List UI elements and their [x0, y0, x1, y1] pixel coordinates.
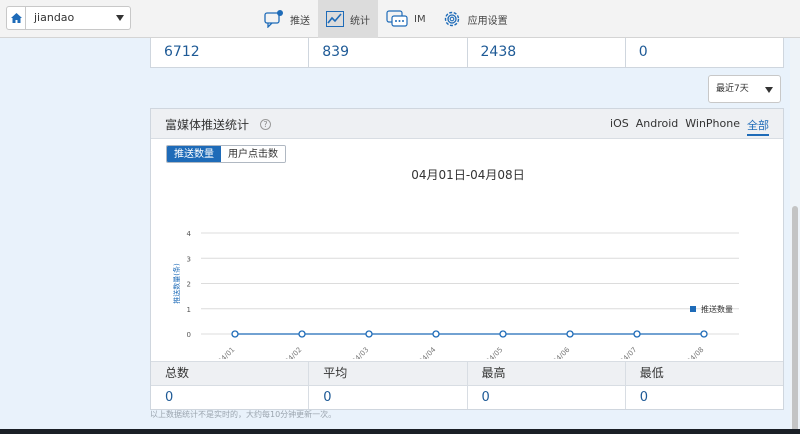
- platform-tabs: iOS Android WinPhone 全部: [603, 117, 769, 136]
- summary-top-row: 6712 839 2438 0: [150, 38, 784, 68]
- bottom-strip: [0, 429, 800, 434]
- stats-label: 最高: [468, 362, 626, 385]
- x-tick-label: 04/02: [283, 346, 303, 359]
- y-tick-label: 4: [187, 230, 192, 238]
- data-point: [499, 330, 507, 338]
- nav-settings-label: 应用设置: [467, 15, 508, 27]
- x-tick-label: 04/05: [484, 346, 504, 359]
- toggle-user-clicks[interactable]: 用户点击数: [221, 146, 285, 162]
- stats-value: 0: [309, 386, 468, 409]
- data-point: [231, 330, 239, 338]
- scrollbar[interactable]: [790, 38, 800, 432]
- top-bar: jiandao 推送 统计 IM 应用设置: [0, 0, 800, 38]
- legend-label: 推送数量: [701, 304, 733, 314]
- stats-value-row: 0 0 0 0: [151, 386, 783, 409]
- push-bubble-icon: [264, 10, 284, 28]
- tab-ios[interactable]: iOS: [610, 117, 629, 136]
- summary-value: 839: [309, 38, 468, 67]
- main-nav: 推送 统计 IM 应用设置: [256, 0, 516, 38]
- nav-push-label: 推送: [290, 15, 310, 27]
- date-range-select[interactable]: 最近7天: [708, 75, 781, 103]
- stats-header-row: 总数 平均 最高 最低: [151, 362, 783, 386]
- y-tick-label: 3: [187, 255, 191, 263]
- toggle-push-count[interactable]: 推送数量: [167, 146, 221, 162]
- data-point: [365, 330, 373, 338]
- tab-winphone[interactable]: WinPhone: [685, 117, 740, 136]
- gear-icon: [442, 9, 462, 29]
- app-selector[interactable]: jiandao: [25, 6, 131, 30]
- date-range-value: 最近7天: [716, 84, 749, 94]
- nav-stats-label: 统计: [350, 15, 370, 27]
- y-tick-label: 1: [187, 306, 191, 314]
- x-tick-label: 04/01: [216, 346, 236, 359]
- stats-table: 总数 平均 最高 最低 0 0 0 0: [151, 361, 783, 409]
- data-point: [633, 330, 641, 338]
- stats-chart-icon: [326, 11, 344, 27]
- stats-label: 总数: [151, 362, 310, 385]
- nav-push[interactable]: 推送: [256, 0, 318, 38]
- y-tick-label: 0: [187, 331, 191, 339]
- chevron-down-icon: [765, 87, 773, 93]
- home-button[interactable]: [6, 6, 26, 30]
- data-point: [566, 330, 574, 338]
- update-note: 以上数据统计不是实时的，大约每10分钟更新一次。: [150, 410, 337, 419]
- tab-all[interactable]: 全部: [747, 117, 769, 136]
- scrollbar-thumb[interactable]: [792, 206, 798, 432]
- nav-im-label: IM: [414, 13, 426, 25]
- metric-toggle: 推送数量 用户点击数: [166, 145, 286, 163]
- nav-im[interactable]: IM: [378, 0, 434, 38]
- help-icon[interactable]: ?: [260, 119, 271, 130]
- data-point: [700, 330, 708, 338]
- y-axis-label: 推送数量(条): [172, 263, 181, 304]
- panel-title: 富媒体推送统计: [165, 118, 250, 132]
- home-icon: [10, 13, 22, 23]
- stats-label: 平均: [309, 362, 468, 385]
- x-tick-label: 04/07: [618, 346, 638, 359]
- chevron-down-icon: [116, 15, 124, 21]
- stats-value: 0: [468, 386, 626, 409]
- app-name: jiandao: [34, 11, 75, 24]
- summary-value: 6712: [151, 38, 310, 67]
- summary-value: 2438: [468, 38, 626, 67]
- stats-value: 0: [151, 386, 310, 409]
- x-tick-label: 04/08: [685, 346, 705, 359]
- stats-value: 0: [639, 390, 649, 405]
- x-tick-label: 04/06: [551, 345, 571, 359]
- legend-swatch: [690, 306, 696, 312]
- y-tick-label: 2: [187, 281, 191, 289]
- data-point: [298, 330, 306, 338]
- x-tick-label: 04/04: [417, 345, 437, 359]
- nav-settings[interactable]: 应用设置: [434, 0, 516, 38]
- summary-value: 0: [638, 44, 648, 60]
- nav-stats[interactable]: 统计: [318, 0, 378, 38]
- x-tick-label: 04/03: [350, 346, 370, 359]
- im-chat-icon: [386, 10, 408, 28]
- stats-label: 最低: [639, 366, 664, 380]
- rich-media-stats-panel: 富媒体推送统计 ? iOS Android WinPhone 全部 推送数量 用…: [150, 108, 784, 410]
- panel-header: 富媒体推送统计 ? iOS Android WinPhone 全部: [151, 109, 783, 139]
- data-point: [432, 330, 440, 338]
- line-chart: 0 1 2 3 4 推送数量(条) 04/01 04/02 04/03 04/04 04/05 04/…: [172, 230, 739, 359]
- tab-android[interactable]: Android: [636, 117, 679, 136]
